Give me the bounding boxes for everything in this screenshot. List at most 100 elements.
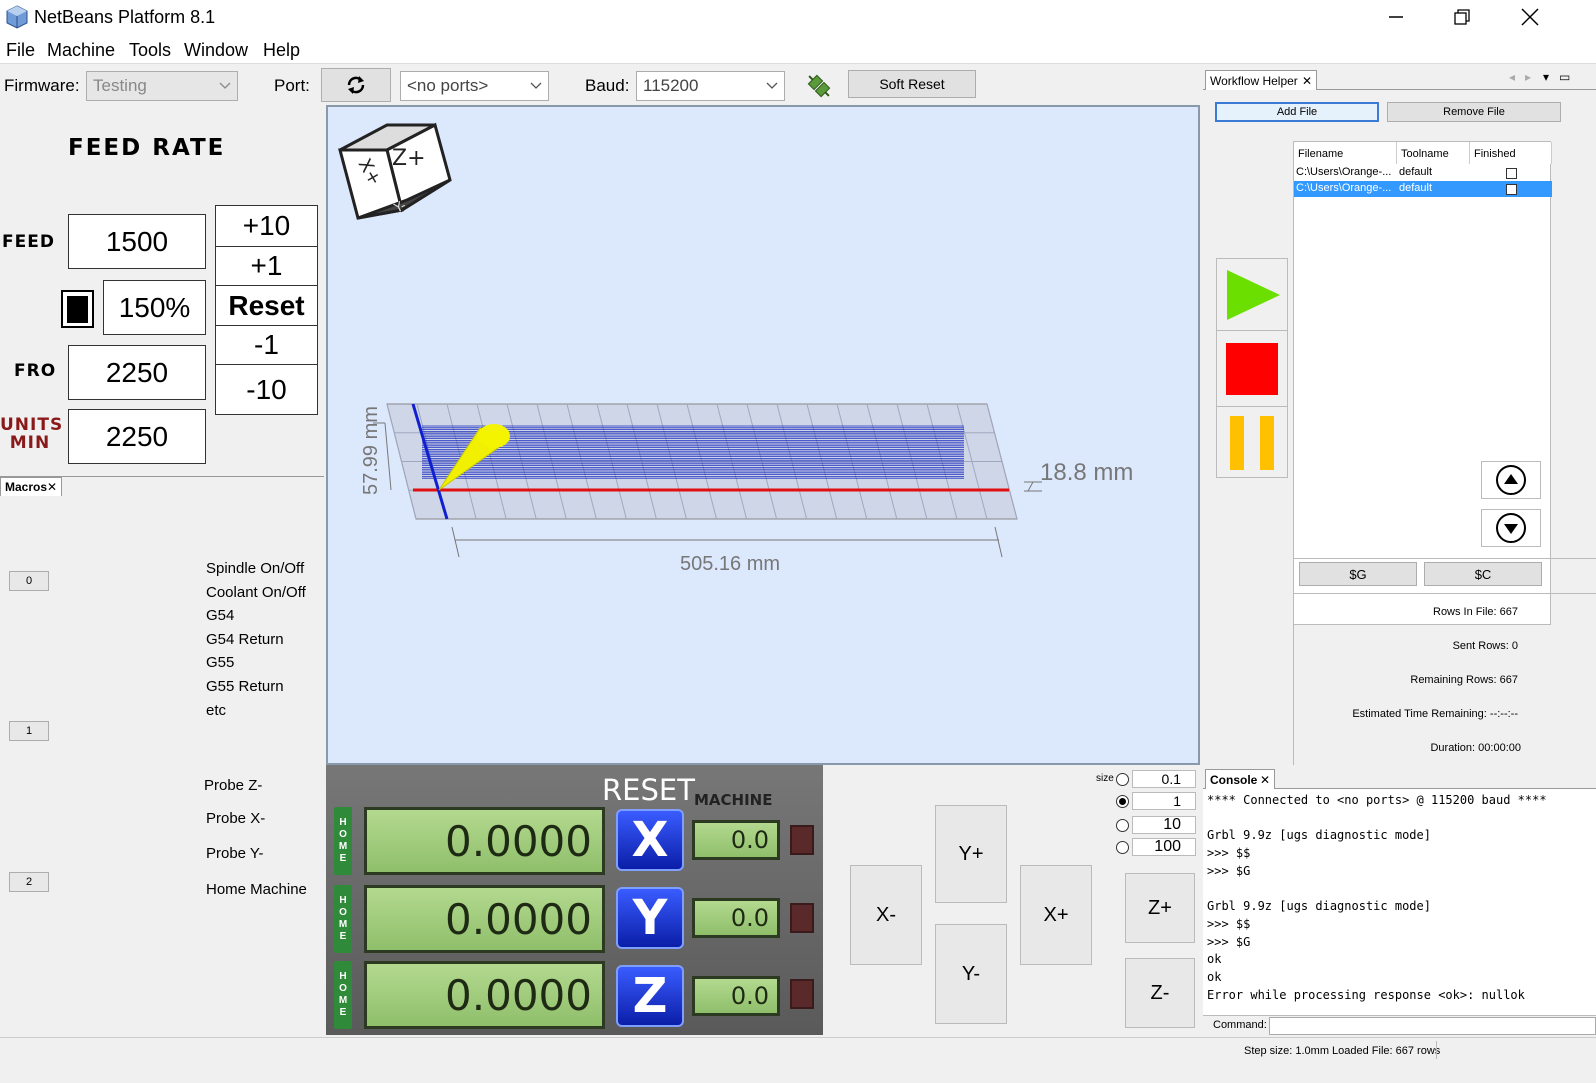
orientation-cube[interactable]: Z+ X+ Y-: [338, 122, 452, 220]
home-y-button[interactable]: HOME: [334, 885, 352, 953]
firmware-select[interactable]: Testing: [86, 71, 238, 101]
baud-select[interactable]: 115200: [636, 71, 785, 101]
workflow-helper-tab[interactable]: Workflow Helper ✕: [1205, 70, 1317, 90]
macro-button-2[interactable]: 2: [9, 872, 49, 892]
jog-y-plus-button[interactable]: Y+: [935, 805, 1007, 903]
jog-x-minus-button[interactable]: X-: [850, 865, 922, 965]
title-bar: NetBeans Platform 8.1: [0, 0, 1596, 34]
z-work-position: 0.0000: [364, 961, 605, 1029]
macro-button-0[interactable]: 0: [9, 571, 49, 591]
units-label-top: UNITS: [0, 415, 64, 435]
gcode-visualizer[interactable]: Z+ X+ Y- 505.16 mm 57.99 mm 18.8 mm: [326, 105, 1200, 765]
maximize-window-icon[interactable]: ▭: [1559, 70, 1570, 84]
menu-help[interactable]: Help: [263, 40, 300, 61]
column-toolname[interactable]: Toolname: [1397, 142, 1470, 164]
dim-x-tick-right: [994, 526, 1003, 558]
menu-machine[interactable]: Machine: [47, 40, 115, 61]
step-input-0[interactable]: 0.1: [1132, 770, 1196, 788]
minimize-button[interactable]: [1366, 0, 1426, 34]
reset-zero-button[interactable]: RESET: [602, 773, 695, 807]
step-input-3[interactable]: 100: [1132, 838, 1196, 856]
fro-label: FRO: [14, 361, 57, 381]
column-filename[interactable]: Filename: [1294, 142, 1397, 164]
g-state-button[interactable]: $G: [1299, 562, 1417, 586]
port-value: <no ports>: [407, 76, 489, 95]
menu-bar: File Machine Tools Window Help: [0, 34, 1596, 64]
console-line: ok: [1207, 952, 1222, 967]
run-controls: [1216, 258, 1288, 478]
step-input-1[interactable]: 1: [1132, 792, 1196, 810]
home-x-button[interactable]: HOME: [334, 807, 352, 875]
command-label: Command:: [1213, 1019, 1267, 1031]
x-axis-zero-button[interactable]: X: [616, 809, 684, 871]
console-line: **** Connected to <no ports> @ 115200 ba…: [1207, 793, 1547, 807]
firmware-value: Testing: [93, 76, 147, 95]
override-toggle[interactable]: [61, 290, 94, 328]
menu-tools[interactable]: Tools: [129, 40, 171, 61]
remove-file-button[interactable]: Remove File: [1387, 102, 1561, 122]
tab-scroll-left-icon[interactable]: ◂: [1509, 70, 1515, 84]
port-label: Port:: [274, 76, 310, 95]
z-machine-position: 0.0: [692, 976, 780, 1016]
macro-line: Spindle On/Off: [206, 560, 305, 577]
feed-minus-1-button[interactable]: -1: [216, 326, 317, 365]
y-axis-zero-button[interactable]: Y: [616, 887, 684, 949]
tab-scroll-right-icon[interactable]: ▸: [1525, 70, 1531, 84]
restore-button[interactable]: [1432, 0, 1492, 34]
step-input-2[interactable]: 10: [1132, 816, 1196, 834]
pause-button[interactable]: [1217, 407, 1287, 479]
feed-reset-button[interactable]: Reset: [216, 286, 317, 326]
dim-z-line: [1027, 481, 1034, 492]
play-button[interactable]: [1217, 259, 1287, 331]
chevron-down-icon: [219, 82, 231, 89]
close-button[interactable]: [1500, 0, 1560, 34]
console-line: >>> $$: [1207, 846, 1251, 861]
jog-y-minus-button[interactable]: Y-: [935, 924, 1007, 1024]
stat-rows-in-file: Rows In File: 667: [1433, 606, 1518, 618]
units-label-bottom: MIN: [9, 433, 51, 453]
jog-z-minus-button[interactable]: Z-: [1125, 958, 1195, 1028]
close-icon[interactable]: ✕: [1260, 773, 1270, 787]
refresh-ports-button[interactable]: [321, 68, 391, 102]
finished-checkbox[interactable]: [1505, 167, 1517, 179]
macro-button-1[interactable]: 1: [9, 721, 49, 741]
close-icon[interactable]: ✕: [47, 480, 57, 494]
port-select[interactable]: <no ports>: [400, 71, 549, 101]
table-row-selected[interactable]: C:\Users\Orange-... default: [1294, 181, 1552, 197]
macros-tab[interactable]: Macros ✕: [0, 477, 62, 496]
command-input[interactable]: [1269, 1017, 1596, 1035]
move-up-button[interactable]: [1481, 461, 1541, 499]
c-check-button[interactable]: $C: [1424, 562, 1542, 586]
stop-button[interactable]: [1217, 331, 1287, 407]
console-line: Error while processing response <ok>: nu…: [1207, 987, 1525, 1002]
soft-reset-button[interactable]: Soft Reset: [848, 70, 976, 98]
console-tab[interactable]: Console ✕: [1205, 769, 1275, 789]
pause-icon: [1230, 416, 1274, 470]
step-radio-0[interactable]: [1116, 773, 1129, 786]
feed-plus-1-button[interactable]: +1: [216, 247, 317, 286]
row-filename: C:\Users\Orange-...: [1296, 166, 1392, 178]
macro-line: G54: [206, 607, 235, 625]
chevron-down-icon: [530, 82, 542, 89]
z-axis-zero-button[interactable]: Z: [616, 965, 684, 1027]
dim-z-label: 18.8 mm: [1040, 459, 1133, 486]
feed-plus-10-button[interactable]: +10: [216, 206, 317, 247]
finished-checkbox[interactable]: [1505, 183, 1517, 195]
home-z-button[interactable]: HOME: [334, 961, 352, 1029]
move-down-button[interactable]: [1481, 509, 1541, 547]
feed-minus-10-button[interactable]: -10: [216, 365, 317, 414]
add-file-button[interactable]: Add File: [1215, 102, 1379, 122]
jog-x-plus-button[interactable]: X+: [1020, 865, 1092, 965]
step-radio-3[interactable]: [1116, 841, 1129, 854]
step-radio-2[interactable]: [1116, 819, 1129, 832]
table-row[interactable]: C:\Users\Orange-... default: [1294, 165, 1552, 181]
jog-z-plus-button[interactable]: Z+: [1125, 873, 1195, 943]
menu-file[interactable]: File: [6, 40, 35, 61]
step-radio-1[interactable]: [1116, 795, 1129, 808]
close-icon[interactable]: ✕: [1302, 74, 1312, 88]
tool-tip: [478, 424, 510, 448]
menu-window[interactable]: Window: [184, 40, 248, 61]
column-finished[interactable]: Finished: [1470, 142, 1552, 164]
tab-menu-icon[interactable]: ▾: [1543, 70, 1549, 84]
connect-button[interactable]: [804, 71, 834, 101]
